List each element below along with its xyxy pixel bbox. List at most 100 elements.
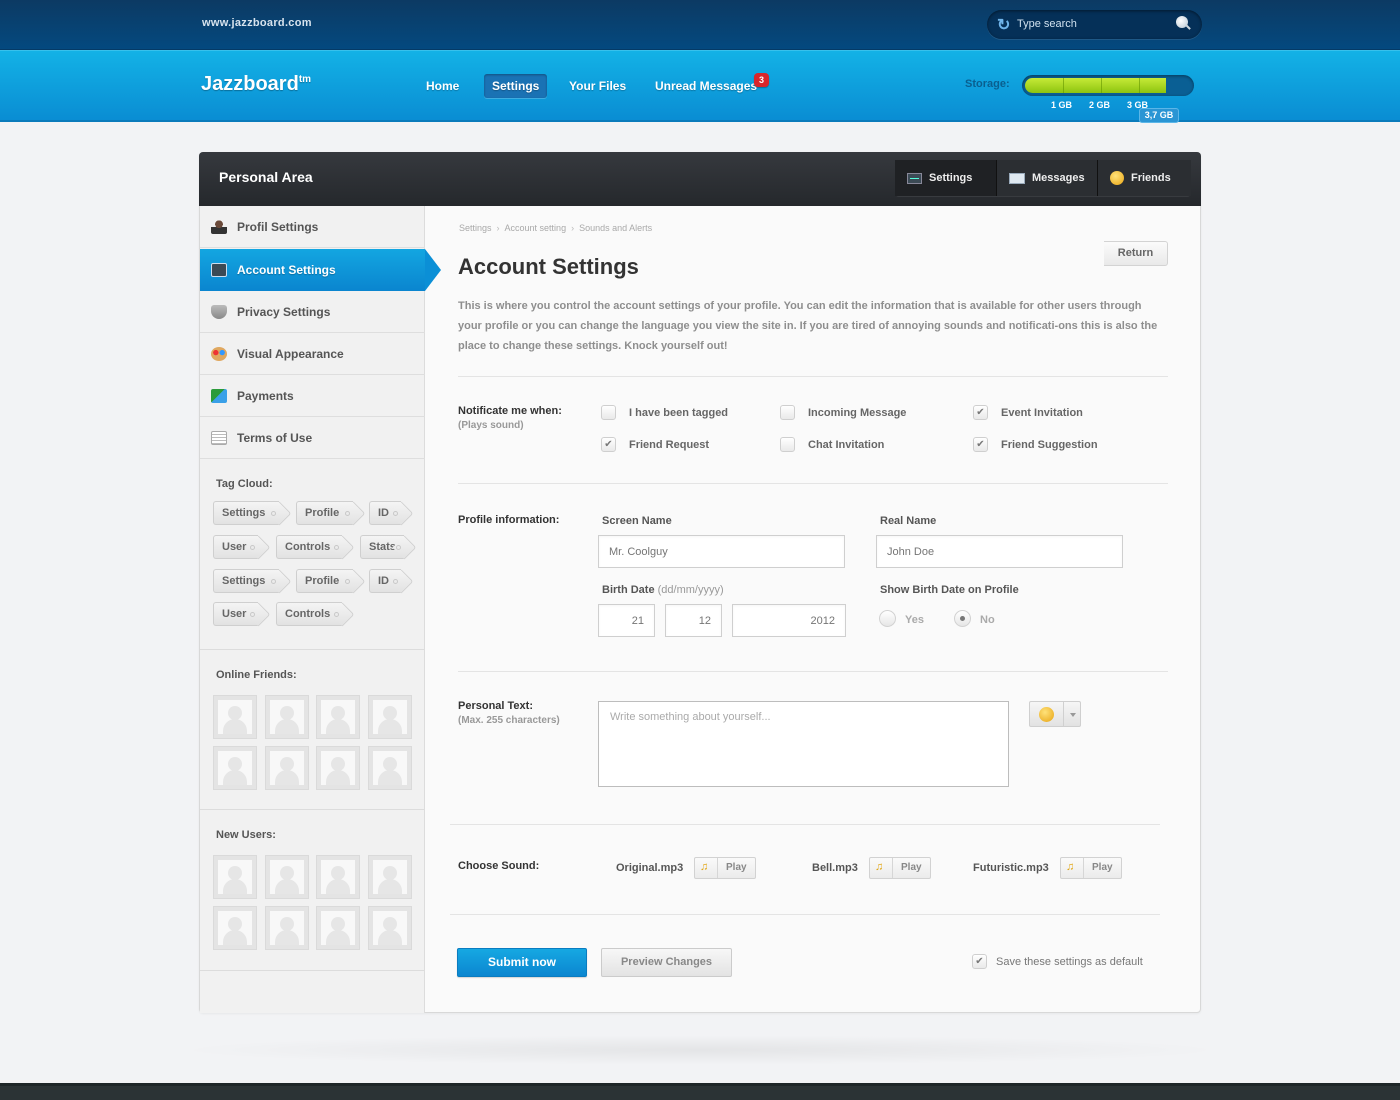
play-original-button[interactable]: ♫ Play	[694, 857, 756, 879]
play-label: Play	[1092, 862, 1113, 873]
avatar-placeholder-icon	[228, 706, 242, 720]
site-url[interactable]: www.jazzboard.com	[202, 17, 312, 29]
birth-date-label: Birth Date (dd/mm/yyyy)	[602, 584, 724, 596]
new-user-avatar[interactable]	[316, 906, 360, 950]
avatar-placeholder-icon	[228, 757, 242, 771]
tag-label: Stats	[369, 541, 396, 553]
sidebar-item-label: Privacy Settings	[237, 304, 331, 319]
tag[interactable]: Settings	[213, 569, 279, 593]
nav-your-files[interactable]: Your Files	[569, 74, 626, 98]
sidebar-item-privacy-settings[interactable]: Privacy Settings	[200, 291, 425, 333]
tag[interactable]: User	[213, 535, 258, 559]
new-user-avatar[interactable]	[213, 855, 257, 899]
return-button[interactable]: Return	[1104, 241, 1168, 266]
tab-label: Friends	[1131, 172, 1171, 184]
notify-checkbox[interactable]: ✔	[973, 405, 988, 420]
play-bell-button[interactable]: ♫ Play	[869, 857, 931, 879]
birth-date-label-text: Birth Date	[602, 584, 655, 596]
smiley-icon	[1039, 707, 1054, 722]
online-friend-avatar[interactable]	[368, 695, 412, 739]
personal-text-area[interactable]	[598, 701, 1009, 787]
top-bar: www.jazzboard.com ↻	[0, 0, 1400, 50]
new-user-avatar[interactable]	[265, 906, 309, 950]
tag[interactable]: ID	[369, 501, 401, 525]
screen-name-input[interactable]	[598, 535, 845, 568]
logo-text: Jazzboard	[201, 73, 299, 95]
sidebar-item-terms-of-use[interactable]: Terms of Use	[200, 417, 425, 459]
tag[interactable]: Controls	[276, 535, 342, 559]
online-friend-avatar[interactable]	[368, 746, 412, 790]
play-futuristic-button[interactable]: ♫ Play	[1060, 857, 1122, 879]
intro-text: This is where you control the account se…	[458, 300, 1158, 352]
birth-month-input[interactable]	[665, 604, 722, 637]
real-name-input[interactable]	[876, 535, 1123, 568]
new-users-label: New Users:	[216, 829, 276, 841]
tag[interactable]: User	[213, 602, 258, 626]
notify-checkbox[interactable]: ✔	[601, 437, 616, 452]
refresh-icon[interactable]: ↻	[997, 15, 1010, 35]
tab-messages[interactable]: Messages	[997, 160, 1098, 196]
online-friend-avatar[interactable]	[265, 746, 309, 790]
user-icon	[211, 219, 227, 234]
yes-label: Yes	[905, 614, 924, 626]
show-birth-yes-radio[interactable]	[879, 610, 896, 627]
new-user-avatar[interactable]	[265, 855, 309, 899]
tag[interactable]: Profile	[296, 501, 353, 525]
sound-name: Original.mp3	[616, 862, 684, 874]
tab-friends[interactable]: Friends	[1098, 160, 1191, 196]
tag[interactable]: ID	[369, 569, 401, 593]
credit-card-icon	[211, 388, 227, 403]
online-friend-avatar[interactable]	[213, 695, 257, 739]
new-user-avatar[interactable]	[368, 855, 412, 899]
birth-year-input[interactable]	[732, 604, 846, 637]
show-birth-no-radio[interactable]	[954, 610, 971, 627]
sidebar-item-payments[interactable]: Payments	[200, 375, 425, 417]
logo[interactable]: Jazzboardtm	[201, 73, 311, 96]
online-friend-avatar[interactable]	[316, 746, 360, 790]
birth-day-input[interactable]	[598, 604, 655, 637]
sidebar-item-account-settings[interactable]: Account Settings	[200, 249, 441, 291]
notify-option-label: Friend Request	[629, 439, 710, 451]
notify-option-label: Event Invitation	[1001, 407, 1083, 419]
music-note-icon: ♫	[1066, 861, 1075, 873]
tag-label: Controls	[285, 541, 331, 553]
search-input[interactable]	[1017, 16, 1167, 32]
nav-settings[interactable]: Settings	[484, 74, 548, 98]
preview-changes-button[interactable]: Preview Changes	[601, 948, 732, 977]
tag-label: Settings	[222, 575, 266, 587]
online-friend-avatar[interactable]	[213, 746, 257, 790]
personal-text-sublabel: (Max. 255 characters)	[458, 715, 560, 726]
tab-settings[interactable]: Settings	[895, 160, 997, 196]
tag[interactable]: Controls	[276, 602, 342, 626]
search-icon[interactable]	[1176, 16, 1188, 28]
new-user-avatar[interactable]	[213, 906, 257, 950]
breadcrumb-item[interactable]: Sounds and Alerts	[579, 223, 652, 233]
new-user-avatar[interactable]	[368, 906, 412, 950]
notify-option-label: Friend Suggestion	[1001, 439, 1098, 451]
sidebar-item-visual-appearance[interactable]: Visual Appearance	[200, 333, 425, 375]
storage-label: Storage:	[965, 78, 1010, 90]
notify-checkbox[interactable]	[780, 405, 795, 420]
breadcrumb-item[interactable]: Account setting	[505, 223, 567, 233]
search-box[interactable]: ↻	[987, 10, 1202, 39]
avatar-placeholder-icon	[331, 757, 345, 771]
sidebar-item-profil-settings[interactable]: Profil Settings	[200, 206, 425, 248]
nav-home[interactable]: Home	[426, 74, 459, 98]
submit-button[interactable]: Submit now	[457, 948, 587, 977]
online-friend-avatar[interactable]	[316, 695, 360, 739]
save-default-checkbox[interactable]: ✔	[972, 954, 987, 969]
tag[interactable]: Profile	[296, 569, 353, 593]
breadcrumb-item[interactable]: Settings	[459, 223, 492, 233]
emoji-picker-button[interactable]	[1029, 701, 1081, 727]
notify-checkbox[interactable]	[780, 437, 795, 452]
tag-cloud-label: Tag Cloud:	[216, 478, 273, 490]
tag-label: User	[222, 608, 247, 620]
online-friend-avatar[interactable]	[265, 695, 309, 739]
new-user-avatar[interactable]	[316, 855, 360, 899]
storage-tick	[1101, 78, 1102, 93]
nav-unread-messages[interactable]: Unread Messages	[655, 74, 757, 98]
notify-checkbox[interactable]: ✔	[973, 437, 988, 452]
tag[interactable]: Settings	[213, 501, 279, 525]
notify-checkbox[interactable]	[601, 405, 616, 420]
tag[interactable]: Stats	[360, 535, 404, 559]
